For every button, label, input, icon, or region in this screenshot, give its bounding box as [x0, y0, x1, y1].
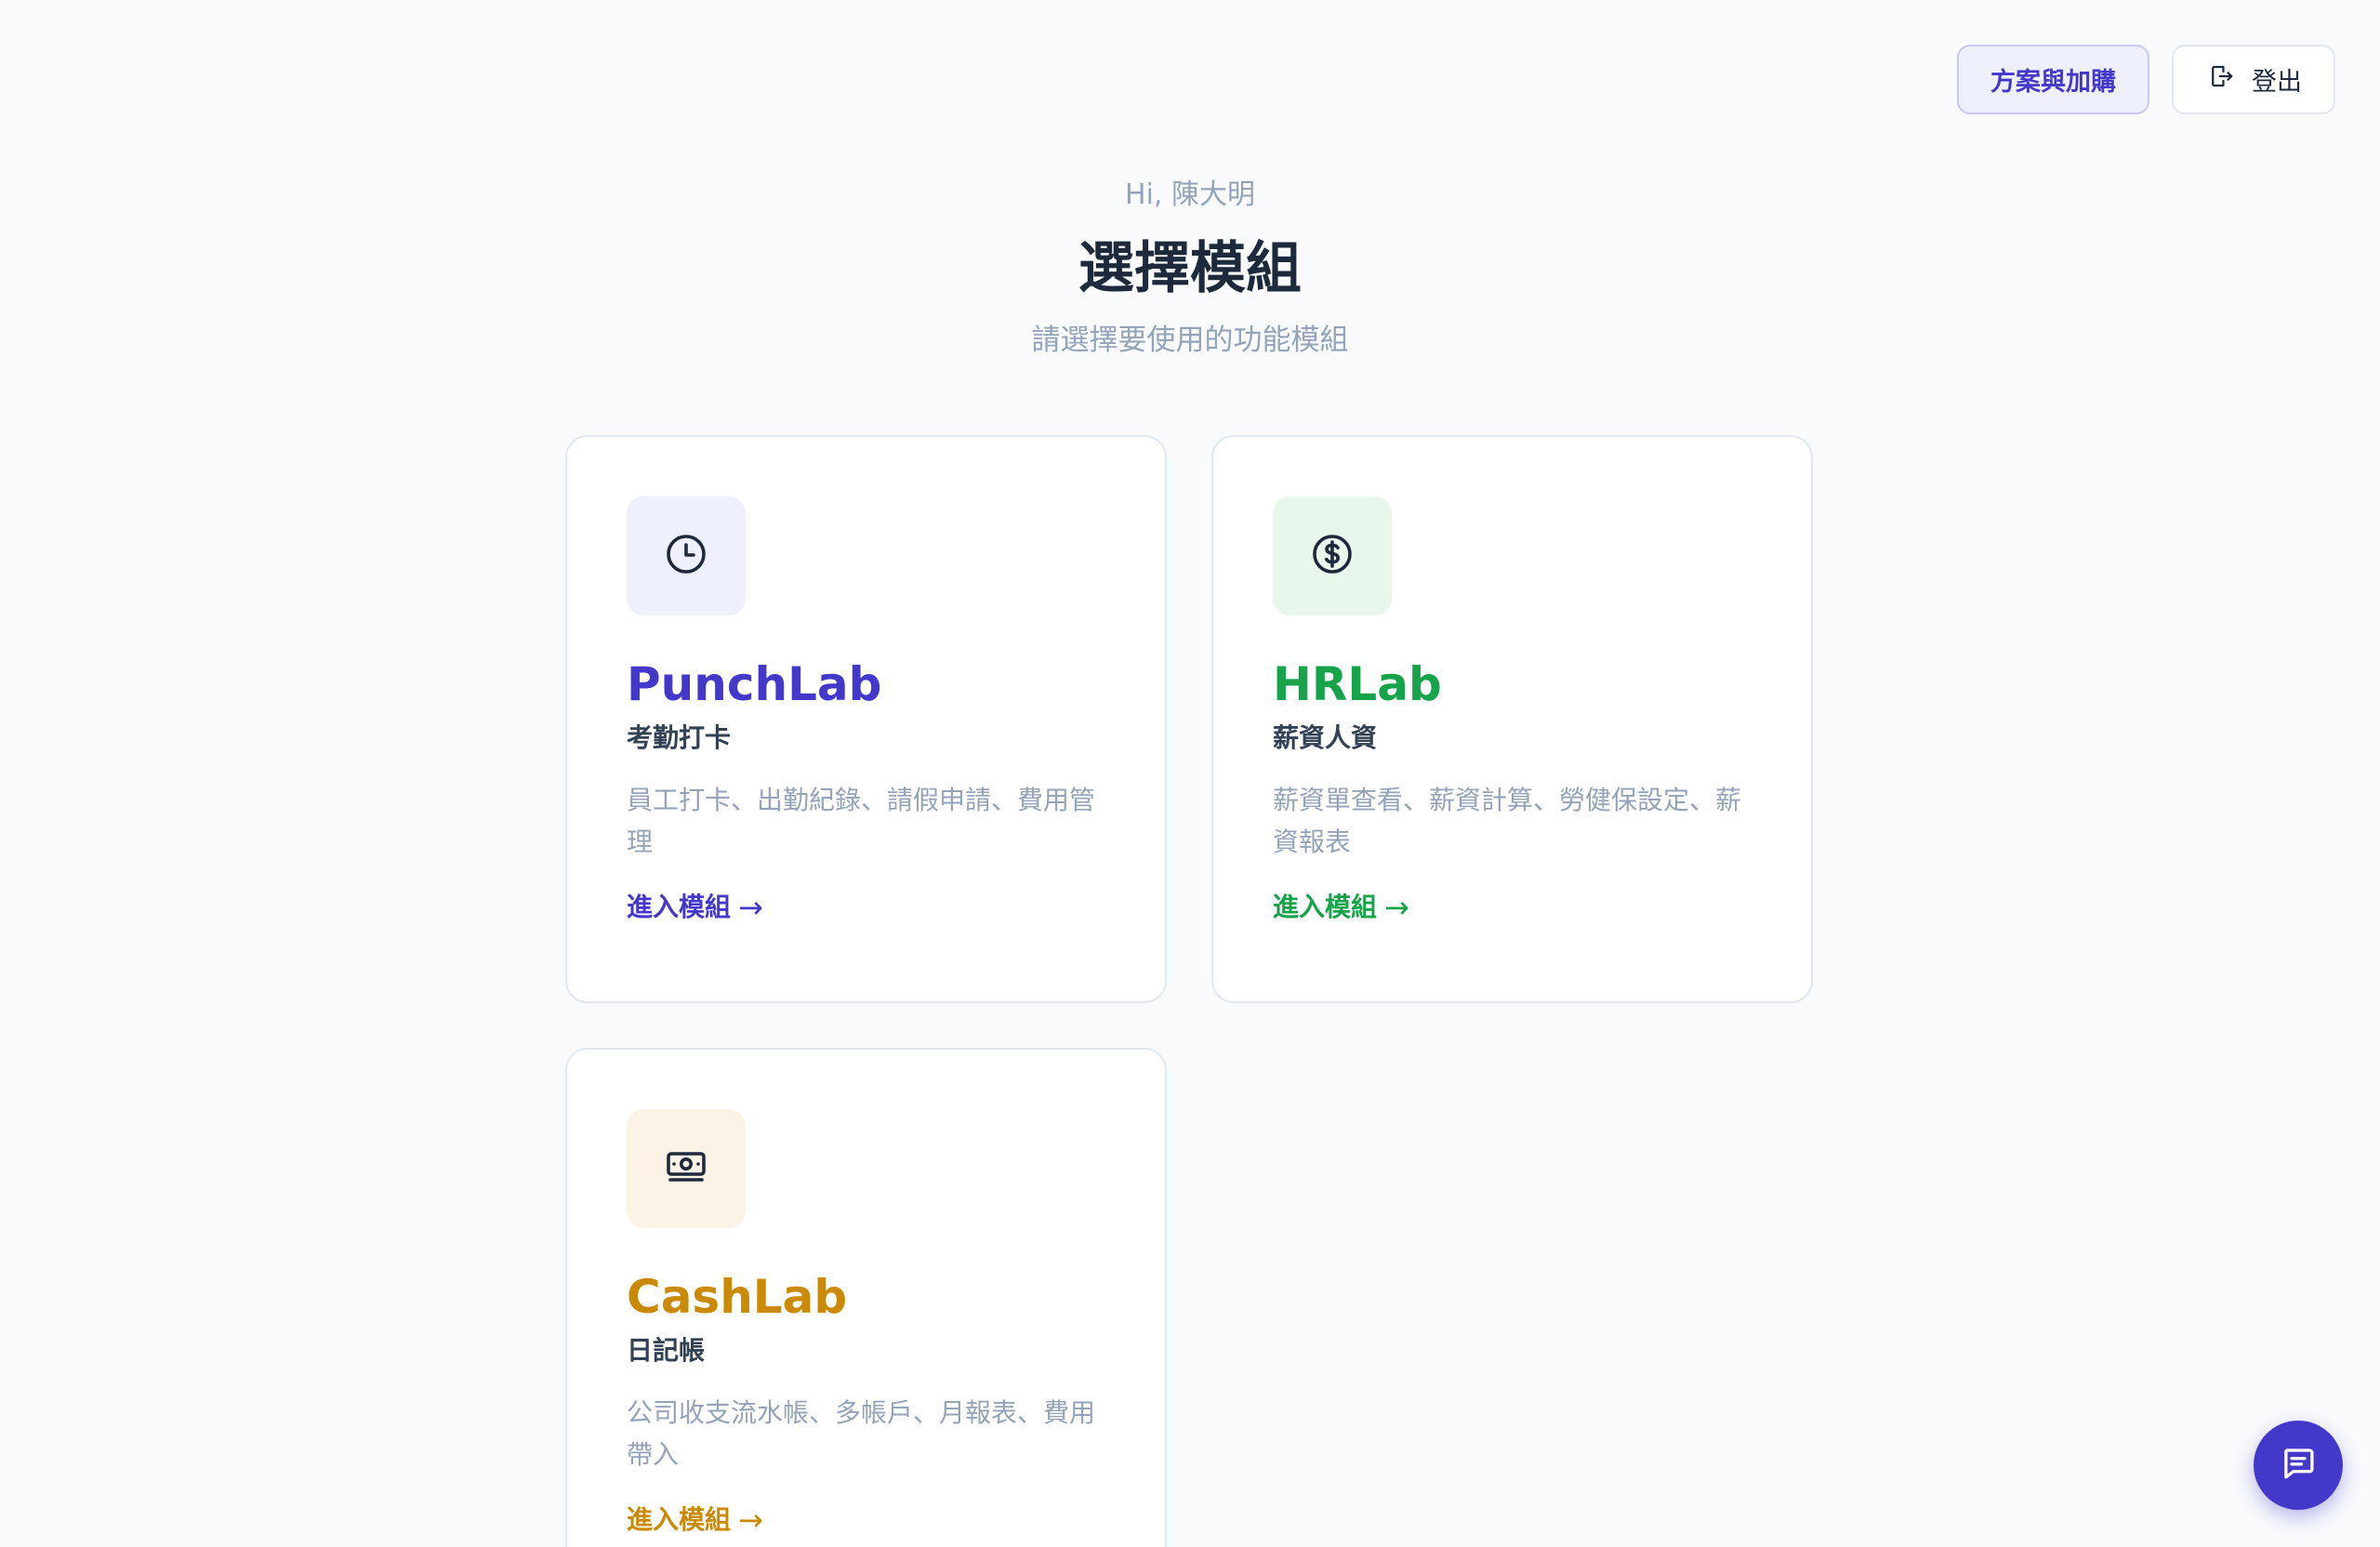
- module-description: 公司收支流水帳、多帳戶、月報表、費用帶入: [627, 1397, 1096, 1470]
- enter-module-link[interactable]: 進入模組 →: [627, 1501, 763, 1539]
- module-card-punchlab[interactable]: PunchLab 考勤打卡 員工打卡、出勤紀錄、請假申請、費用管理 進入模組 →: [565, 435, 1167, 1003]
- module-description: 員工打卡、出勤紀錄、請假申請、費用管理: [627, 785, 1096, 857]
- module-subtitle: 薪資人資: [1273, 722, 1378, 753]
- module-icon-box: [1273, 496, 1392, 615]
- module-subtitle: 日記帳: [627, 1335, 706, 1366]
- arrow-right-icon: →: [1384, 890, 1409, 925]
- module-name: HRLab: [1273, 657, 1442, 711]
- module-description: 薪資單查看、薪資計算、勞健保設定、薪資報表: [1273, 785, 1742, 857]
- module-subtitle: 考勤打卡: [627, 722, 732, 753]
- module-icon-box: [627, 1109, 746, 1228]
- enter-module-link[interactable]: 進入模組 →: [627, 889, 763, 926]
- module-card-hrlab[interactable]: HRLab 薪資人資 薪資單查看、薪資計算、勞健保設定、薪資報表 進入模組 →: [1211, 435, 1813, 1003]
- module-grid: PunchLab 考勤打卡 員工打卡、出勤紀錄、請假申請、費用管理 進入模組 →…: [565, 435, 1813, 1547]
- arrow-right-icon: →: [738, 890, 763, 925]
- banknote-icon: [664, 1144, 708, 1193]
- page-title: 選擇模組: [1078, 236, 1302, 301]
- dollar-circle-icon: [1310, 532, 1355, 580]
- plans-button[interactable]: 方案與加購: [1957, 45, 2149, 114]
- module-card-cashlab[interactable]: CashLab 日記帳 公司收支流水帳、多帳戶、月報表、費用帶入 進入模組 →: [565, 1048, 1167, 1547]
- clock-icon: [664, 532, 708, 580]
- chat-icon: [2279, 1444, 2318, 1487]
- page-header: Hi, 陳大明 選擇模組 請選擇要使用的功能模組: [0, 177, 2380, 359]
- enter-module-label: 進入模組: [627, 892, 732, 922]
- chat-button[interactable]: [2254, 1421, 2343, 1510]
- enter-module-label: 進入模組: [1273, 892, 1378, 922]
- enter-module-link[interactable]: 進入模組 →: [1273, 889, 1409, 926]
- arrow-right-icon: →: [738, 1502, 763, 1538]
- logout-label: 登出: [2252, 68, 2302, 97]
- top-actions: 方案與加購 登出: [1957, 45, 2335, 114]
- page-subtitle: 請選擇要使用的功能模組: [1031, 324, 1349, 357]
- logout-icon: [2207, 62, 2235, 97]
- module-name: PunchLab: [627, 657, 882, 711]
- greeting: Hi, 陳大明: [1125, 178, 1255, 211]
- enter-module-label: 進入模組: [627, 1504, 732, 1535]
- logout-button[interactable]: 登出: [2172, 45, 2335, 114]
- module-icon-box: [627, 496, 746, 615]
- module-name: CashLab: [627, 1270, 848, 1324]
